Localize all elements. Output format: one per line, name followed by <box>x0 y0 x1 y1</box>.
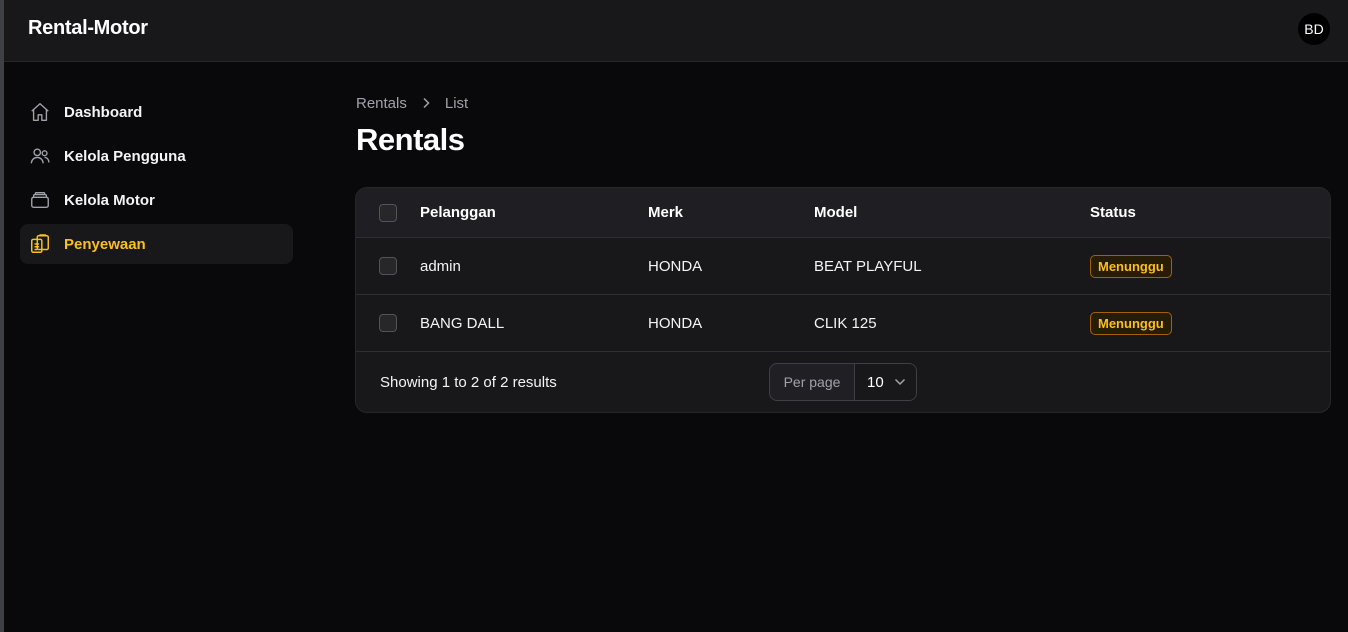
sidebar: Dashboard Kelola Pengguna Kelola Motor P… <box>20 92 293 268</box>
select-all-cell <box>379 188 397 237</box>
chevron-down-icon <box>894 378 906 386</box>
sidebar-item-label: Dashboard <box>64 103 143 121</box>
stack-icon <box>28 188 52 212</box>
cell-status: Menunggu <box>1090 295 1172 351</box>
per-page-label: Per page <box>770 364 855 400</box>
sidebar-item-penyewaan[interactable]: Penyewaan <box>20 224 293 264</box>
page-title: Rentals <box>356 122 465 157</box>
row-checkbox[interactable] <box>379 314 397 332</box>
per-page-select[interactable]: 10 <box>855 364 916 400</box>
user-avatar[interactable]: BD <box>1298 13 1330 45</box>
column-header-status[interactable]: Status <box>1090 188 1136 237</box>
breadcrumb-link-rentals[interactable]: Rentals <box>356 95 407 112</box>
row-select-cell <box>379 295 397 351</box>
pagination-summary: Showing 1 to 2 of 2 results <box>380 373 557 391</box>
per-page-control: Per page 10 <box>769 363 917 401</box>
window-edge <box>0 0 4 632</box>
cell-model: BEAT PLAYFUL <box>814 257 922 275</box>
column-header-pelanggan[interactable]: Pelanggan <box>420 188 496 237</box>
table-footer: Showing 1 to 2 of 2 results Per page 10 <box>356 352 1330 412</box>
status-badge: Menunggu <box>1090 311 1172 335</box>
breadcrumb-current: List <box>444 94 469 112</box>
clipboard-icon <box>28 232 52 256</box>
cell-pelanggan: admin <box>420 257 461 275</box>
row-select-cell <box>379 238 397 294</box>
status-badge: Menunggu <box>1090 254 1172 278</box>
cell-merk: HONDA <box>648 314 703 332</box>
row-checkbox[interactable] <box>379 257 397 275</box>
sidebar-item-kelola-motor[interactable]: Kelola Motor <box>20 180 293 220</box>
sidebar-item-label: Kelola Motor <box>64 191 155 209</box>
per-page-value: 10 <box>867 373 884 391</box>
table-row[interactable]: BANG DALL HONDA CLIK 125 Menunggu <box>356 295 1330 352</box>
sidebar-item-kelola-pengguna[interactable]: Kelola Pengguna <box>20 136 293 176</box>
chevron-right-icon <box>421 97 431 109</box>
cell-merk: HONDA <box>648 257 703 275</box>
cell-status: Menunggu <box>1090 238 1172 294</box>
sidebar-item-label: Penyewaan <box>64 235 146 253</box>
table-header: Pelanggan Merk Model Status <box>356 188 1330 238</box>
sidebar-item-label: Kelola Pengguna <box>64 147 186 165</box>
column-header-model[interactable]: Model <box>814 188 857 237</box>
rentals-table: Pelanggan Merk Model Status admin HONDA … <box>355 187 1331 413</box>
breadcrumb: Rentals List <box>356 92 468 114</box>
select-all-checkbox[interactable] <box>379 203 397 222</box>
cell-pelanggan: BANG DALL <box>420 314 505 332</box>
users-icon <box>28 144 52 168</box>
home-icon <box>28 100 52 124</box>
app-title[interactable]: Rental-Motor <box>28 17 148 40</box>
table-row[interactable]: admin HONDA BEAT PLAYFUL Menunggu <box>356 238 1330 295</box>
sidebar-item-dashboard[interactable]: Dashboard <box>20 92 293 132</box>
column-header-merk[interactable]: Merk <box>648 188 683 237</box>
main-content: Rentals List Rentals <box>356 92 468 158</box>
cell-model: CLIK 125 <box>814 314 877 332</box>
top-bar: Rental-Motor BD <box>4 0 1348 62</box>
